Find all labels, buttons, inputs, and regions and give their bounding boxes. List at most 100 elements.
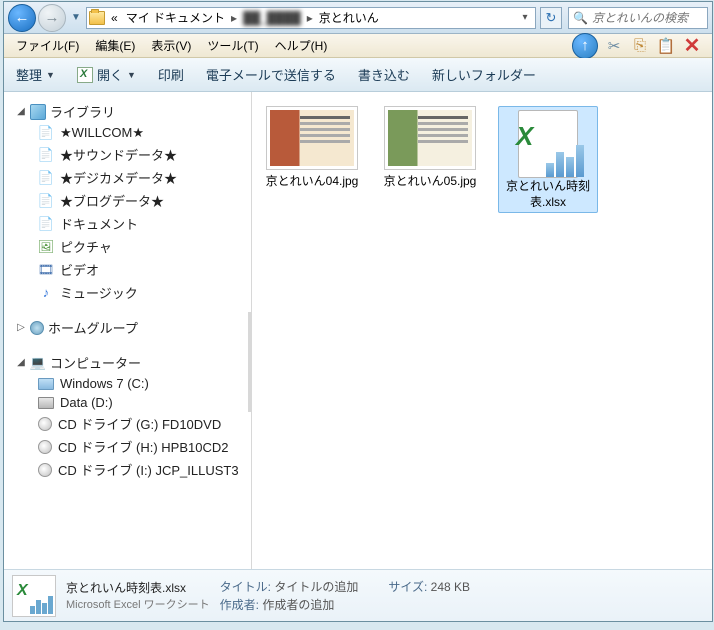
breadcrumb-current[interactable]: 京とれいん [317,9,381,26]
tree-item[interactable]: ♪ミュージック [4,281,251,304]
menu-bar: ファイル(F) 編集(E) 表示(V) ツール(T) ヘルプ(H) ↑ ✂ ⎘ … [4,34,712,58]
cmd-email[interactable]: 電子メールで送信する [202,63,340,86]
details-author-value[interactable]: 作成者の追加 [262,598,334,612]
details-size-value: 248 KB [431,580,470,594]
forward-button[interactable]: → [38,4,66,32]
tree-item[interactable]: 📄★デジカメデータ★ [4,166,251,189]
menu-view[interactable]: 表示(V) [143,35,199,56]
tree-drive[interactable]: CD ドライブ (G:) FD10DVD [4,412,251,435]
computer-icon: 💻 [30,355,46,371]
videos-icon: 🎞 [38,262,54,278]
library-icon [30,104,46,120]
navigation-pane: ◢ライブラリ 📄★WILLCOM★ 📄★サウンドデータ★ 📄★デジカメデータ★ … [4,92,252,569]
breadcrumb-obscured[interactable]: ██_████ [241,11,303,25]
refresh-button[interactable]: ↻ [540,7,562,29]
details-pane: X 京とれいん時刻表.xlsx Microsoft Excel ワークシート タ… [4,569,712,621]
menu-file[interactable]: ファイル(F) [8,35,87,56]
file-name: 京とれいん05.jpg [384,174,477,190]
tree-item[interactable]: 📄★サウンドデータ★ [4,143,251,166]
document-icon: 📄 [38,170,54,186]
tree-libraries[interactable]: ◢ライブラリ [4,100,251,123]
image-thumbnail [266,106,358,170]
tree-drive[interactable]: Data (D:) [4,393,251,412]
tree-drive[interactable]: Windows 7 (C:) [4,374,251,393]
cmd-organize[interactable]: 整理▼ [12,63,59,86]
document-icon: 📄 [38,216,54,232]
file-item-selected[interactable]: X 京とれいん時刻表.xlsx [498,106,598,213]
search-box[interactable]: 🔍 [568,7,708,29]
command-bar: 整理▼ 開く▼ 印刷 電子メールで送信する 書き込む 新しいフォルダー [4,58,712,92]
details-title-label: タイトル: [220,580,271,594]
content-area: ◢ライブラリ 📄★WILLCOM★ 📄★サウンドデータ★ 📄★デジカメデータ★ … [4,92,712,569]
tree-drive[interactable]: CD ドライブ (H:) HPB10CD2 [4,435,251,458]
arrow-left-icon: ← [15,9,30,26]
document-icon: 📄 [38,193,54,209]
breadcrumb-root[interactable]: マイ ドキュメント [124,9,227,26]
details-filename: 京とれいん時刻表.xlsx [66,579,210,596]
file-item[interactable]: 京とれいん05.jpg [380,106,480,190]
tree-item[interactable]: 📄ドキュメント [4,212,251,235]
file-list[interactable]: 京とれいん04.jpg 京とれいん05.jpg X 京とれいん時刻表.xlsx [252,92,712,569]
image-thumbnail [384,106,476,170]
menu-help[interactable]: ヘルプ(H) [267,35,336,56]
document-icon: 📄 [38,147,54,163]
folder-icon [89,11,105,25]
document-icon: 📄 [38,125,54,141]
cmd-print[interactable]: 印刷 [154,63,188,86]
chevron-down-icon: ▼ [46,70,55,80]
up-icon[interactable]: ↑ [572,33,598,59]
paste-icon[interactable]: 📋 [656,36,676,56]
history-dropdown[interactable]: ▼ [68,5,84,31]
menu-edit[interactable]: 編集(E) [87,35,143,56]
harddrive-icon [38,378,54,390]
breadcrumb-prefix: « [109,11,120,25]
details-file-icon: X [12,575,56,617]
details-author-label: 作成者: [220,598,259,612]
cmd-open[interactable]: 開く▼ [73,63,140,86]
excel-icon: X [516,121,533,152]
tree-homegroup[interactable]: ▷ホームグループ [4,316,251,339]
arrow-right-icon: → [45,9,60,26]
chevron-down-icon: ◢ [16,357,26,368]
excel-thumbnail: X [508,109,588,179]
explorer-window: ← → ▼ « マイ ドキュメント ▸ ██_████ ▸ 京とれいん ▾ ↻ … [3,1,713,622]
file-name: 京とれいん時刻表.xlsx [501,179,595,210]
cd-icon [38,463,52,477]
file-name: 京とれいん04.jpg [266,174,359,190]
cut-icon[interactable]: ✂ [604,36,624,56]
address-bar[interactable]: « マイ ドキュメント ▸ ██_████ ▸ 京とれいん ▾ [86,7,536,29]
tree-item[interactable]: 📄★ブログデータ★ [4,189,251,212]
cmd-newfolder[interactable]: 新しいフォルダー [428,63,540,86]
harddrive-icon [38,397,54,409]
tree-item[interactable]: 🎞ビデオ [4,258,251,281]
nav-bar: ← → ▼ « マイ ドキュメント ▸ ██_████ ▸ 京とれいん ▾ ↻ … [4,2,712,34]
menu-tools[interactable]: ツール(T) [199,35,266,56]
chevron-down-icon: ▼ [127,70,136,80]
tree-drive[interactable]: CD ドライブ (I:) JCP_ILLUST3 [4,458,251,481]
search-icon: 🔍 [573,11,588,25]
cd-icon [38,440,52,454]
chevron-right-icon: ▸ [231,11,237,25]
menu-icon-group: ↑ ✂ ⎘ 📋 ✕ [572,33,708,59]
copy-icon[interactable]: ⎘ [630,36,650,56]
details-title-value[interactable]: タイトルの追加 [274,580,358,594]
tree-computer[interactable]: ◢💻コンピューター [4,351,251,374]
address-dropdown[interactable]: ▾ [517,12,533,23]
music-icon: ♪ [38,285,54,301]
pictures-icon: 🖼 [38,239,54,255]
chevron-right-icon: ▷ [16,322,26,333]
chevron-right-icon: ▸ [307,11,313,25]
chevron-down-icon: ◢ [16,106,26,117]
delete-icon[interactable]: ✕ [682,36,702,56]
file-item[interactable]: 京とれいん04.jpg [262,106,362,190]
excel-icon [77,67,93,83]
cd-icon [38,417,52,431]
details-size-label: サイズ: [388,580,427,594]
search-input[interactable] [592,11,703,25]
tree-item[interactable]: 📄★WILLCOM★ [4,123,251,143]
cmd-write[interactable]: 書き込む [354,63,414,86]
details-filetype: Microsoft Excel ワークシート [66,596,210,612]
homegroup-icon [30,321,44,335]
back-button[interactable]: ← [8,4,36,32]
tree-item[interactable]: 🖼ピクチャ [4,235,251,258]
